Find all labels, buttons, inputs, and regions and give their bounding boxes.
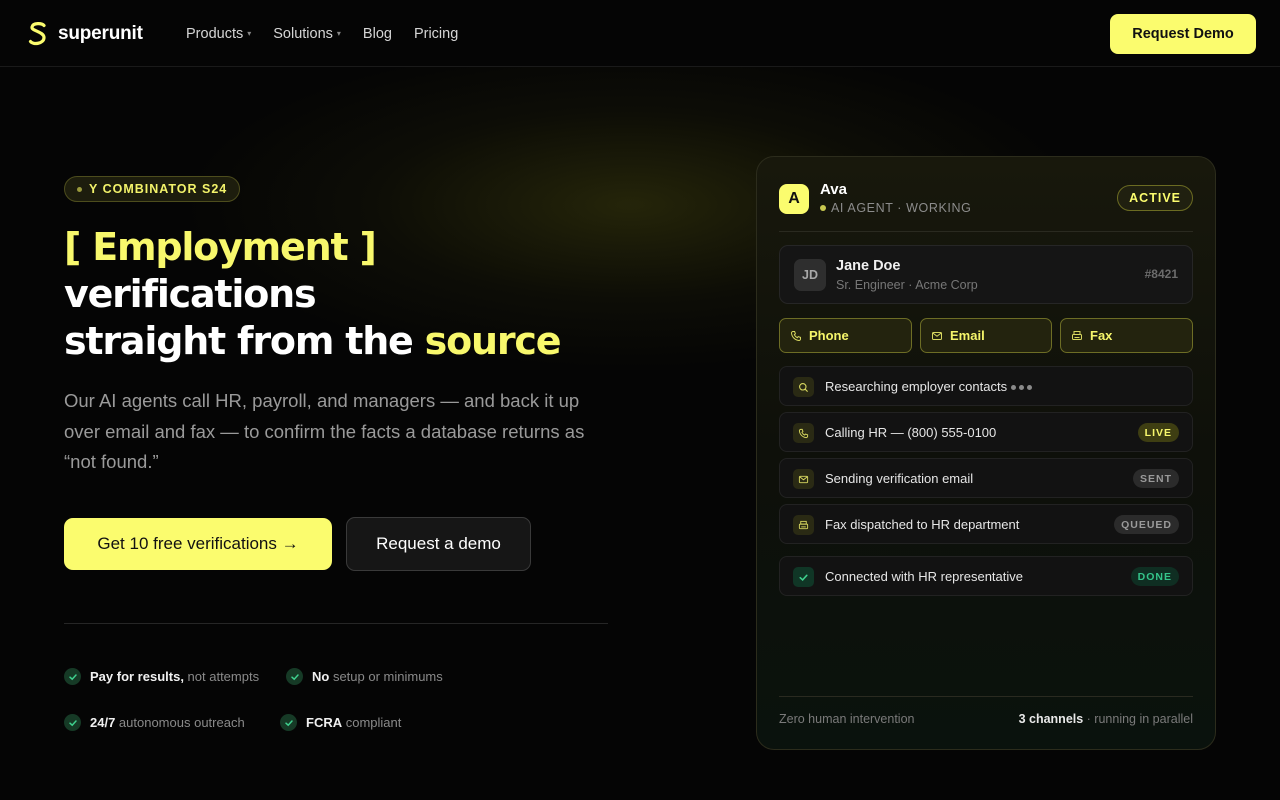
yc-badge: Y COMBINATOR S24: [64, 176, 241, 202]
chevron-down-icon: ▾: [247, 29, 252, 38]
hero-title: [ Employment ] verifications straight fr…: [64, 224, 562, 365]
nav-item-label: Pricing: [413, 25, 459, 42]
feature-text: 24/7 autonomous outreach: [90, 715, 245, 730]
status-badge-done: DONE: [1130, 567, 1179, 586]
channel-email-button[interactable]: Email: [920, 318, 1052, 353]
feature-bold: 24/7: [90, 715, 116, 730]
check-icon: [64, 668, 81, 685]
step-connected-hr: Connected with HR representative DONE: [779, 556, 1193, 596]
loading-dots-icon: [1011, 385, 1033, 391]
step-fax-dispatched: Fax dispatched to HR department QUEUED: [779, 504, 1193, 544]
feature-24-7: 24/7 autonomous outreach: [64, 714, 245, 731]
phone-icon: [793, 423, 814, 443]
chevron-down-icon: ▾: [336, 29, 341, 38]
channel-phone-button[interactable]: Phone: [779, 318, 912, 353]
mail-icon: [793, 469, 814, 489]
fax-icon: [1072, 330, 1082, 340]
channel-label: Phone: [809, 328, 849, 343]
check-icon: [793, 567, 814, 587]
feature-pay-for-results: Pay for results, not attempts: [64, 668, 259, 685]
hero-title-line-3: straight from the source: [64, 318, 562, 365]
feature-fcra: FCRA compliant: [280, 714, 401, 731]
badge-label: Y COMBINATOR S24: [89, 182, 228, 196]
step-text: Researching employer contacts: [825, 379, 1033, 394]
brand-logo[interactable]: superunit: [26, 20, 143, 48]
step-label: Calling HR — (800) 555-0100: [825, 425, 997, 440]
hero-title-line-1: [ Employment ]: [64, 225, 377, 269]
check-icon: [286, 668, 303, 685]
card-divider: [779, 231, 1193, 232]
nav-item-blog[interactable]: Blog: [363, 26, 392, 42]
superunit-logo-icon: [28, 22, 46, 46]
step-calling-hr: Calling HR — (800) 555-0100 LIVE: [779, 412, 1193, 452]
channels-note: · running in parallel: [1083, 712, 1193, 726]
active-status-badge: ACTIVE: [1117, 185, 1193, 211]
person-name: Jane Doe: [836, 258, 901, 274]
feature-rest: compliant: [342, 715, 402, 730]
feature-bold: Pay for results,: [90, 669, 184, 684]
agent-status-text: AI AGENT · WORKING: [831, 201, 972, 215]
agent-avatar: A: [779, 184, 809, 214]
search-icon: [793, 377, 814, 397]
nav-item-label: Solutions: [273, 25, 333, 42]
channels-count: 3 channels: [1018, 712, 1084, 726]
step-label: Sending verification email: [825, 471, 974, 486]
channel-label: Fax: [1090, 328, 1113, 343]
feature-text: FCRA compliant: [306, 715, 401, 730]
feature-text: Pay for results, not attempts: [90, 669, 259, 684]
status-badge-sent: SENT: [1132, 469, 1179, 488]
hero-description: Our AI agents call HR, payroll, and mana…: [64, 390, 585, 472]
badge-dot-icon: [77, 186, 82, 192]
hero-title-line-2: verifications: [64, 272, 317, 316]
feature-rest: autonomous outreach: [115, 715, 245, 730]
nav-item-label: Products: [186, 25, 244, 42]
status-badge-queued: QUEUED: [1114, 515, 1179, 534]
step-researching: Researching employer contacts: [779, 366, 1193, 406]
brand-name: superunit: [58, 23, 143, 44]
nav-item-solutions[interactable]: Solutions ▾: [273, 26, 341, 42]
subject-person: JD Jane Doe Sr. Engineer · Acme Corp #84…: [779, 245, 1193, 304]
hero-title-line-3-text: straight from the: [64, 319, 425, 363]
section-divider: [64, 623, 608, 624]
check-icon: [64, 714, 81, 731]
request-a-demo-button[interactable]: Request a demo: [346, 517, 531, 571]
phone-icon: [790, 330, 801, 341]
channel-fax-button[interactable]: Fax: [1060, 318, 1193, 353]
request-demo-nav-button[interactable]: Request Demo: [1110, 14, 1256, 54]
feature-bold: No: [312, 669, 330, 684]
feature-no-setup: No setup or minimums: [286, 668, 443, 685]
feature-bold: FCRA: [306, 715, 343, 730]
nav-item-label: Blog: [362, 25, 392, 42]
person-subtitle: Sr. Engineer · Acme Corp: [836, 278, 978, 292]
get-free-verifications-button[interactable]: Get 10 free verifications →: [64, 518, 332, 570]
step-label: Researching employer contacts: [825, 379, 1008, 394]
fax-icon: [793, 515, 814, 535]
nav-item-products[interactable]: Products ▾: [186, 26, 251, 42]
agent-activity-card: A Ava AI AGENT · WORKING ACTIVE JD Jane …: [756, 156, 1216, 750]
feature-rest: not attempts: [183, 669, 260, 684]
feature-rest: setup or minimums: [329, 669, 443, 684]
mail-icon: [932, 331, 942, 340]
person-avatar: JD: [794, 259, 826, 291]
nav-item-pricing[interactable]: Pricing: [414, 26, 458, 42]
card-footer-channels: 3 channels · running in parallel: [1019, 712, 1193, 726]
feature-text: No setup or minimums: [312, 669, 443, 684]
channel-label: Email: [950, 328, 985, 343]
step-label: Fax dispatched to HR department: [825, 517, 1020, 532]
top-navigation: superunit Products ▾ Solutions ▾ Blog Pr…: [0, 0, 1280, 67]
step-label: Connected with HR representative: [825, 569, 1023, 584]
card-footer-divider: [779, 696, 1193, 697]
agent-name: Ava: [820, 181, 847, 198]
case-id: #8421: [1144, 267, 1178, 281]
step-sending-email: Sending verification email SENT: [779, 458, 1193, 498]
agent-status: AI AGENT · WORKING: [820, 201, 971, 215]
card-footer-note: Zero human intervention: [779, 712, 915, 726]
hero-title-highlight: source: [424, 319, 562, 363]
main-menu: Products ▾ Solutions ▾ Blog Pricing: [186, 0, 458, 67]
check-icon: [280, 714, 297, 731]
status-dot-icon: [820, 205, 826, 211]
status-badge-live: LIVE: [1137, 423, 1179, 442]
